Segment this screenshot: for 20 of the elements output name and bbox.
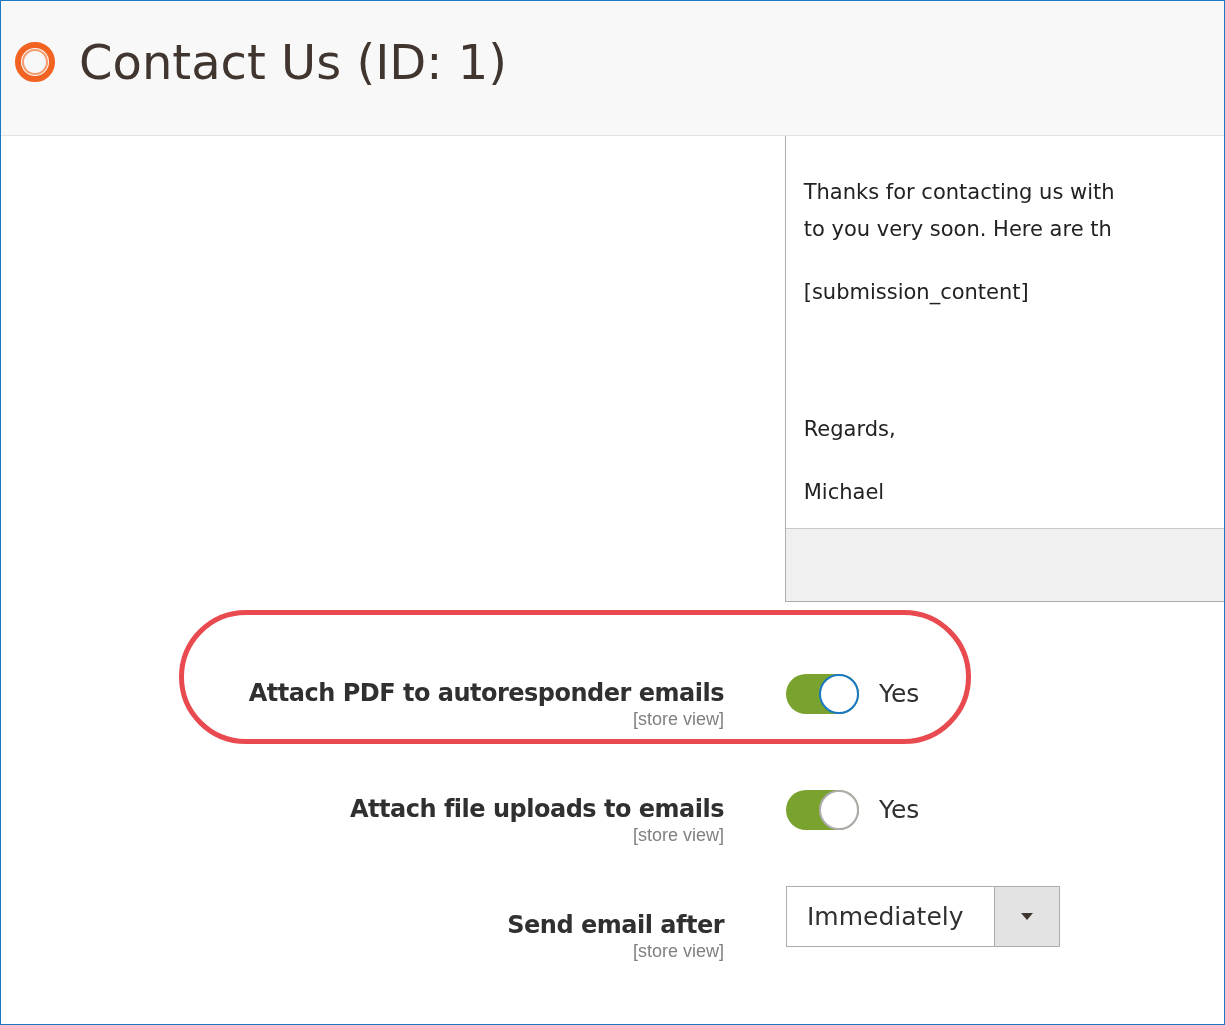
field-label: Attach PDF to autoresponder emails: [248, 678, 724, 708]
editor-text-line: Regards,: [803, 416, 896, 443]
scope-label: [store view]: [632, 940, 724, 962]
rich-text-editor[interactable]: Thanks for contacting us with to you very soon. Here are th [submission_content] Regards, Michael: [784, 136, 1224, 602]
toggle-value: Yes: [879, 794, 920, 827]
editor-text-line: Thanks for contacting us with: [803, 179, 1115, 206]
editor-text-line: to you very soon. Here are th: [803, 216, 1112, 243]
logo-icon: [13, 40, 57, 84]
field-label: Attach file uploads to emails: [350, 794, 724, 824]
editor-text-line: Michael: [803, 479, 885, 506]
caret-icon: [1021, 913, 1033, 920]
toggle-switch[interactable]: [786, 790, 859, 830]
page-title: Contact Us (ID: 1): [79, 38, 507, 86]
dropdown-select[interactable]: Immediately: [786, 886, 1060, 947]
editor-text-line: [submission_content]: [803, 279, 1029, 307]
scope-label: [store view]: [632, 708, 724, 730]
field-label: Send email after: [507, 910, 724, 940]
toggle-switch[interactable]: [786, 674, 859, 714]
scope-label: [store view]: [632, 824, 724, 846]
toggle-value: Yes: [879, 678, 920, 711]
